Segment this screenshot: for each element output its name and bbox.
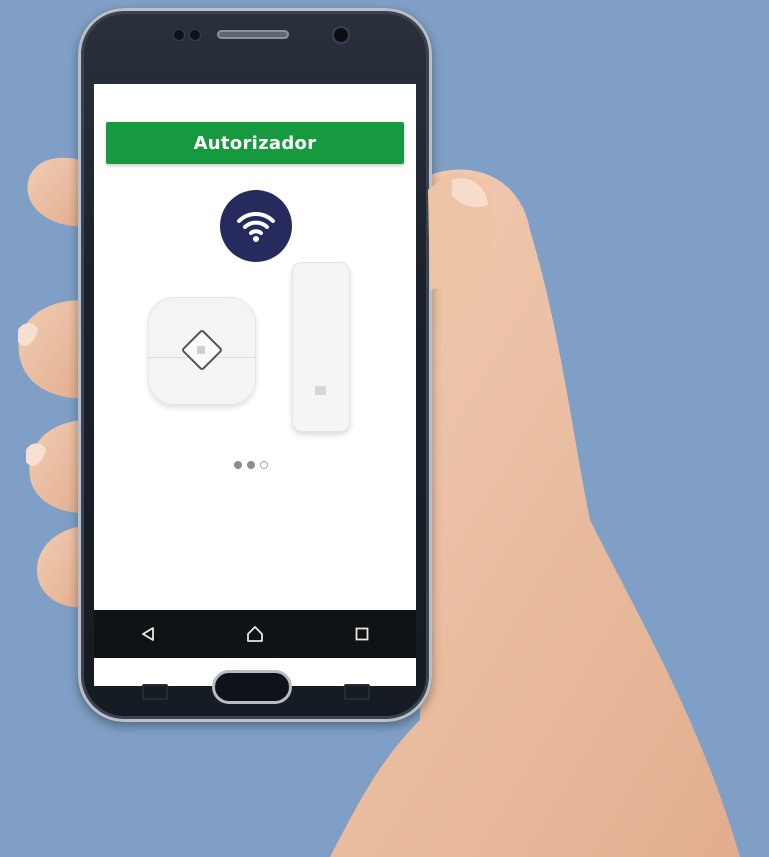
thumb-overlay bbox=[428, 175, 494, 290]
scene: Autorizador bbox=[0, 0, 769, 857]
